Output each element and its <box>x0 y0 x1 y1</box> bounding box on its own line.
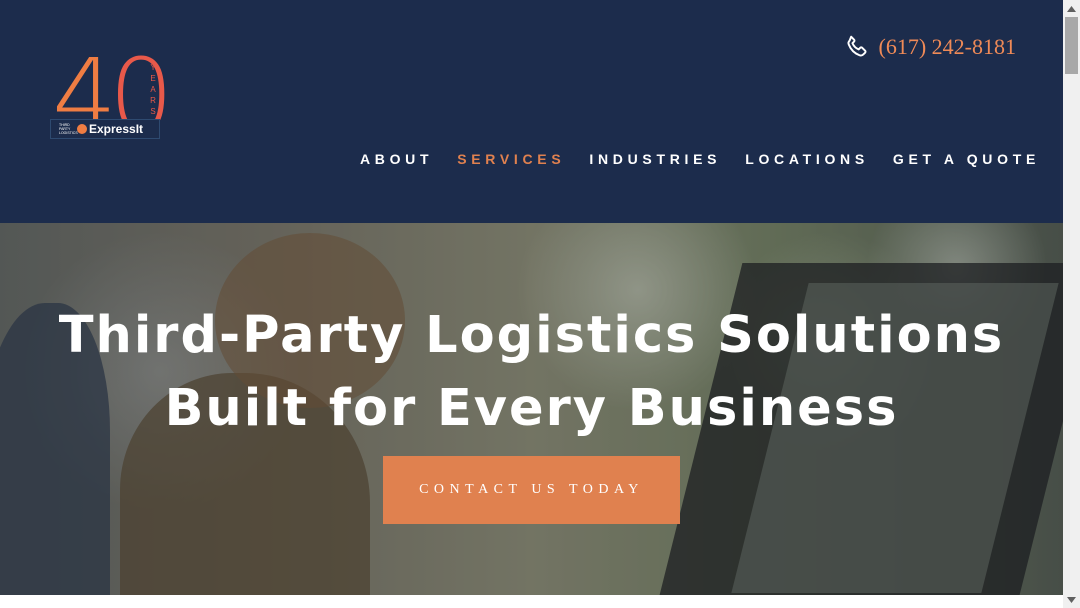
phone-link[interactable]: (617) 242-8181 <box>844 34 1016 60</box>
main-nav: ABOUT SERVICES INDUSTRIES LOCATIONS GET … <box>336 151 1040 167</box>
hero-banner: Third-Party Logistics Solutions Built fo… <box>0 223 1063 595</box>
company-logo[interactable]: 40 YEARS THIRD PARTY LOGISTICS ExpressIt <box>48 46 174 168</box>
nav-item-about[interactable]: ABOUT <box>360 151 433 167</box>
hero-title-line-1: Third-Party Logistics Solutions <box>58 306 1005 365</box>
logo-brand-name: ExpressIt <box>89 122 144 136</box>
scroll-down-arrow-icon[interactable] <box>1063 591 1080 608</box>
vertical-scrollbar[interactable] <box>1063 0 1080 608</box>
logo-brand-band: THIRD PARTY LOGISTICS ExpressIt <box>50 119 160 139</box>
scrollbar-thumb[interactable] <box>1065 17 1078 74</box>
phone-number: (617) 242-8181 <box>878 34 1016 59</box>
nav-item-locations[interactable]: LOCATIONS <box>745 151 869 167</box>
nav-item-services[interactable]: SERVICES <box>457 151 565 167</box>
phone-icon <box>847 35 867 57</box>
nav-item-industries[interactable]: INDUSTRIES <box>589 151 721 167</box>
hero-title: Third-Party Logistics Solutions Built fo… <box>0 299 1063 445</box>
site-header: 40 YEARS THIRD PARTY LOGISTICS ExpressIt… <box>0 0 1063 223</box>
logo-tagline: THIRD PARTY LOGISTICS <box>59 123 78 135</box>
hero-title-line-2: Built for Every Business <box>164 379 899 438</box>
expressit-mark-icon <box>77 124 87 134</box>
scroll-up-arrow-icon[interactable] <box>1063 0 1080 17</box>
page: 40 YEARS THIRD PARTY LOGISTICS ExpressIt… <box>0 0 1063 608</box>
contact-us-button[interactable]: CONTACT US TODAY <box>383 456 680 524</box>
nav-item-get-a-quote[interactable]: GET A QUOTE <box>893 151 1040 167</box>
logo-years-text: YEARS <box>150 63 156 116</box>
